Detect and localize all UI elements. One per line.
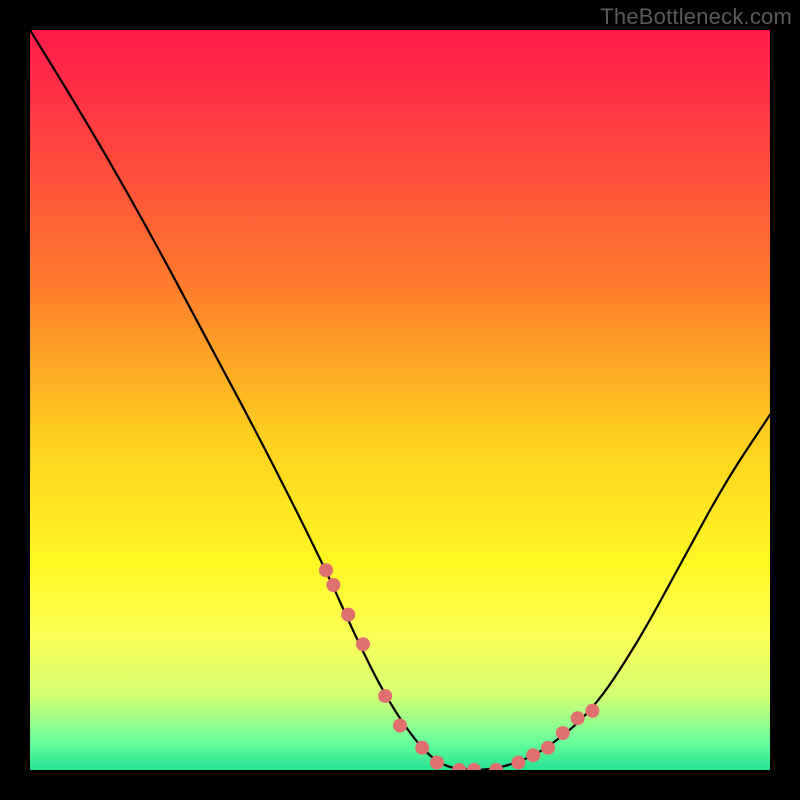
- highlight-dot: [319, 563, 333, 577]
- highlight-dot: [511, 756, 525, 770]
- highlight-dot: [341, 608, 355, 622]
- bottleneck-curve: [30, 30, 770, 770]
- highlight-dot: [541, 741, 555, 755]
- highlight-dot: [467, 763, 481, 770]
- highlight-dot: [571, 711, 585, 725]
- highlight-dot: [452, 763, 466, 770]
- curve-svg: [30, 30, 770, 770]
- chart-frame: TheBottleneck.com: [0, 0, 800, 800]
- highlight-dot: [415, 741, 429, 755]
- highlight-dot: [393, 719, 407, 733]
- highlight-dot: [526, 748, 540, 762]
- highlight-dot: [326, 578, 340, 592]
- highlight-dot: [430, 756, 444, 770]
- highlight-dot: [489, 763, 503, 770]
- highlight-dot: [585, 704, 599, 718]
- highlight-dot: [556, 726, 570, 740]
- plot-area: [30, 30, 770, 770]
- highlight-dot: [356, 637, 370, 651]
- highlight-dot: [378, 689, 392, 703]
- watermark-text: TheBottleneck.com: [600, 4, 792, 30]
